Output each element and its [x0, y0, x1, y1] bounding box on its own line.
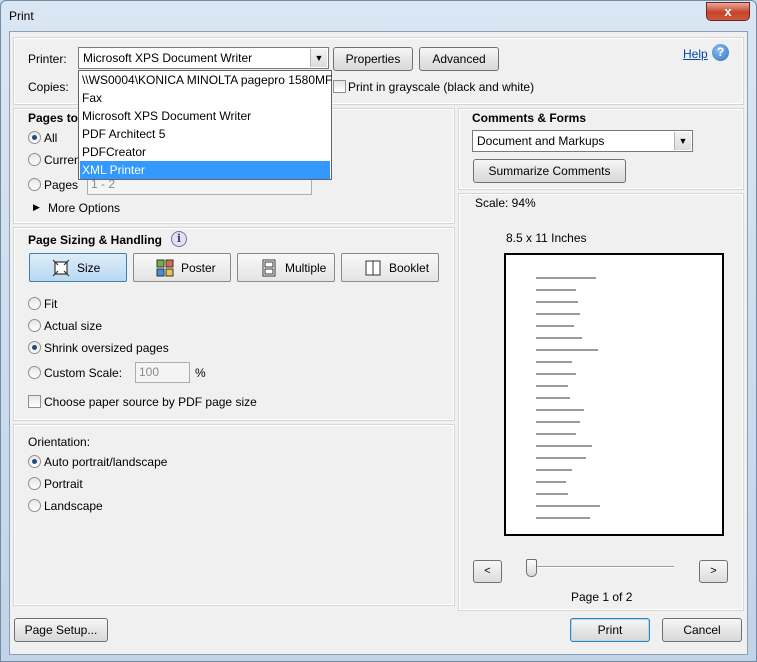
size-icon [52, 259, 70, 277]
grayscale-label: Print in grayscale (black and white) [348, 80, 535, 94]
poster-button[interactable]: Poster [133, 253, 231, 282]
size-button-label: Size [77, 261, 101, 275]
comments-select[interactable]: Document and Markups ▼ [472, 130, 693, 152]
chevron-left-icon: < [484, 565, 491, 577]
multiple-button-label: Multiple [285, 261, 327, 275]
summarize-comments-button[interactable]: Summarize Comments [473, 159, 626, 183]
help-icon[interactable]: ? [712, 44, 729, 61]
printer-option[interactable]: Fax [80, 89, 330, 107]
printer-option[interactable]: PDF Architect 5 [80, 125, 330, 143]
auto-orientation-radio[interactable] [28, 455, 41, 468]
properties-button[interactable]: Properties [333, 47, 413, 71]
portrait-radio[interactable] [28, 477, 41, 490]
pages-range-radio[interactable] [28, 178, 41, 191]
multiple-button[interactable]: Multiple [237, 253, 335, 282]
poster-button-label: Poster [181, 261, 216, 275]
more-options-toggle[interactable]: More Options [48, 201, 120, 215]
chevron-right-icon: > [710, 565, 717, 577]
printer-select-value: Microsoft XPS Document Writer [83, 51, 253, 65]
pages-current-radio[interactable] [28, 153, 41, 166]
fit-radio[interactable] [28, 297, 41, 310]
paper-source-checkbox[interactable] [28, 395, 41, 408]
poster-icon [156, 259, 174, 277]
copies-label: Copies: [28, 80, 69, 94]
landscape-label: Landscape [44, 499, 103, 513]
info-icon[interactable]: i [171, 231, 187, 247]
sizing-title: Page Sizing & Handling [28, 233, 163, 247]
custom-scale-label: Custom Scale: [44, 366, 123, 380]
multiple-pages-icon [262, 259, 276, 277]
paper-source-label: Choose paper source by PDF page size [44, 395, 257, 409]
custom-scale-input[interactable]: 100 [135, 362, 190, 383]
cancel-button[interactable]: Cancel [662, 618, 742, 642]
actual-size-label: Actual size [44, 319, 103, 333]
custom-scale-radio[interactable] [28, 366, 41, 379]
pages-all-label: All [44, 131, 58, 145]
printer-option[interactable]: PDFCreator [80, 143, 330, 161]
paper-size-text: 8.5 x 11 Inches [506, 231, 587, 245]
landscape-radio[interactable] [28, 499, 41, 512]
fit-label: Fit [44, 297, 58, 311]
comments-title: Comments & Forms [472, 111, 587, 125]
page-slider-thumb[interactable] [526, 559, 537, 577]
pages-current-label: Curren [44, 153, 81, 167]
percent-label: % [195, 366, 206, 380]
auto-orientation-label: Auto portrait/landscape [44, 455, 168, 469]
size-button[interactable]: Size [29, 253, 127, 282]
booklet-button-label: Booklet [389, 261, 430, 275]
printer-label: Printer: [28, 52, 67, 66]
booklet-icon [365, 260, 381, 276]
chevron-down-icon: ▼ [674, 132, 691, 150]
page-indicator: Page 1 of 2 [571, 590, 633, 604]
next-page-button[interactable]: > [699, 560, 728, 583]
shrink-label: Shrink oversized pages [44, 341, 169, 355]
actual-size-radio[interactable] [28, 319, 41, 332]
chevron-down-icon: ▼ [310, 49, 327, 67]
help-link[interactable]: Help [683, 47, 708, 61]
shrink-radio[interactable] [28, 341, 41, 354]
page-preview [504, 253, 724, 536]
close-button[interactable]: x [706, 2, 750, 21]
printer-option[interactable]: \\WS0004\KONICA MINOLTA pagepro 1580MF [80, 71, 332, 89]
prev-page-button[interactable]: < [473, 560, 502, 583]
scale-text: Scale: 94% [475, 196, 536, 210]
booklet-button[interactable]: Booklet [341, 253, 439, 282]
title-bar[interactable]: Print x [1, 1, 756, 31]
page-setup-button[interactable]: Page Setup... [14, 618, 108, 642]
orientation-title: Orientation: [28, 435, 91, 449]
triangle-right-icon[interactable]: ▶ [33, 202, 40, 213]
orientation-panel [13, 424, 455, 606]
grayscale-checkbox[interactable] [333, 80, 346, 93]
close-icon: x [724, 4, 732, 19]
comments-select-value: Document and Markups [477, 134, 605, 148]
pages-all-radio[interactable] [28, 131, 41, 144]
pages-range-label: Pages [44, 178, 79, 192]
printer-option[interactable]: Microsoft XPS Document Writer [80, 107, 330, 125]
pages-title: Pages to [28, 111, 79, 125]
portrait-label: Portrait [44, 477, 83, 491]
advanced-button[interactable]: Advanced [419, 47, 499, 71]
printer-option-highlighted[interactable]: XML Printer [80, 161, 330, 179]
printer-select[interactable]: Microsoft XPS Document Writer ▼ [78, 47, 329, 69]
print-button[interactable]: Print [570, 618, 650, 642]
window-title: Print [9, 9, 34, 23]
printer-dropdown-list: \\WS0004\KONICA MINOLTA pagepro 1580MF F… [78, 70, 332, 180]
page-slider-track[interactable] [526, 566, 674, 568]
